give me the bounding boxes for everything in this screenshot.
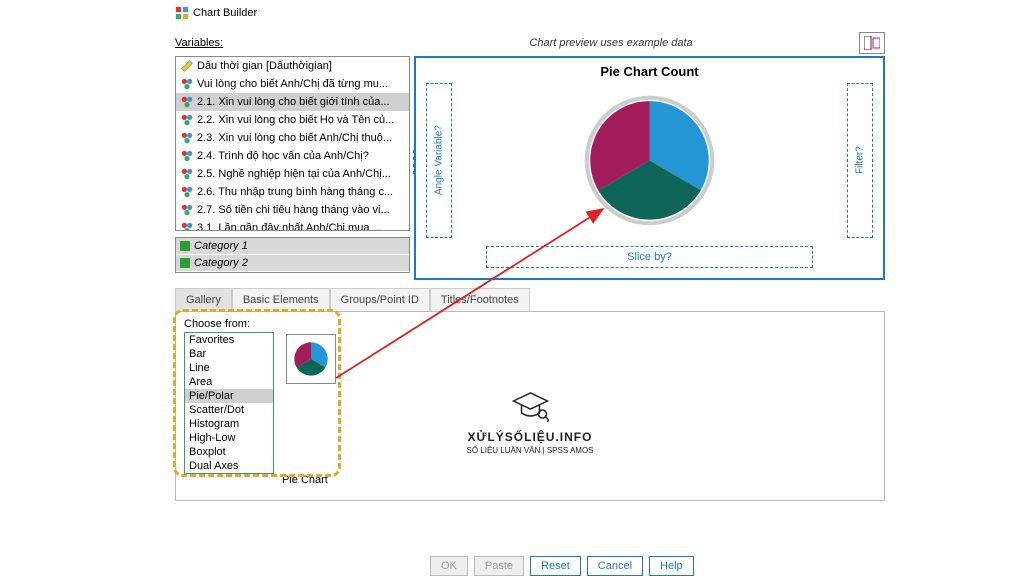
chart-type-pie-polar[interactable]: Pie/Polar (185, 389, 273, 403)
variable-item[interactable]: Vui lòng cho biết Anh/Chị đã từng mu... (176, 75, 409, 93)
reset-button[interactable]: Reset (530, 556, 581, 576)
paste-button: Paste (474, 556, 524, 576)
variable-item[interactable]: 3.1. Lần gần đây nhất Anh/Chị mua ... (176, 219, 409, 231)
help-button[interactable]: Help (649, 556, 694, 576)
categories-list[interactable]: Category 1Category 2 (175, 237, 410, 273)
variable-item[interactable]: Dấu thời gian [Dấuthờigian] (176, 57, 409, 75)
variable-item[interactable]: 2.3. Xin vui lòng cho biết Anh/Chị thuộ.… (176, 129, 409, 147)
chart-type-list[interactable]: FavoritesBarLineAreaPie/PolarScatter/Dot… (184, 332, 274, 474)
chart-type-favorites[interactable]: Favorites (185, 333, 273, 347)
resize-grip[interactable] (413, 148, 418, 176)
drop-filter[interactable]: Filter? (847, 83, 873, 238)
chart-type-area[interactable]: Area (185, 375, 273, 389)
gallery-panel: Choose from: FavoritesBarLineAreaPie/Pol… (175, 311, 885, 501)
variable-item[interactable]: 2.5. Nghề nghiệp hiện tại của Anh/Chị... (176, 165, 409, 183)
tab-basic-elements[interactable]: Basic Elements (232, 288, 330, 311)
cancel-button[interactable]: Cancel (587, 556, 643, 576)
chart-title: Pie Chart Count (426, 64, 873, 79)
chart-type-boxplot[interactable]: Boxplot (185, 445, 273, 459)
variables-label: Variables: (175, 37, 223, 49)
thumbnail-caption: Pie Chart (282, 474, 336, 486)
variable-item[interactable]: 2.4. Trình độ học vấn của Anh/Chị? (176, 147, 409, 165)
chart-preview-canvas[interactable]: Pie Chart Count Angle Variable? Filter? … (414, 56, 885, 280)
element-properties-button[interactable] (859, 32, 885, 54)
pie-chart-thumbnail[interactable] (286, 334, 336, 384)
category-item[interactable]: Category 1 (176, 238, 409, 255)
variable-item[interactable]: 2.1. Xin vui lòng cho biết giới tính của… (176, 93, 409, 111)
pie-preview (582, 93, 717, 228)
choose-from-label: Choose from: (184, 318, 876, 330)
chart-type-high-low[interactable]: High-Low (185, 431, 273, 445)
chart-type-line[interactable]: Line (185, 361, 273, 375)
ok-button: OK (430, 556, 468, 576)
tab-strip: GalleryBasic ElementsGroups/Point IDTitl… (175, 288, 885, 311)
chart-type-dual-axes[interactable]: Dual Axes (185, 459, 273, 473)
variable-item[interactable]: 2.2. Xin vui lòng cho biết Họ và Tên củ.… (176, 111, 409, 129)
window-title: Chart Builder (193, 7, 257, 19)
tab-titles-footnotes[interactable]: Titles/Footnotes (430, 288, 530, 311)
chart-type-bar[interactable]: Bar (185, 347, 273, 361)
preview-note: Chart preview uses example data (529, 37, 692, 49)
drop-slice-by[interactable]: Slice by? (486, 246, 813, 268)
app-icon (175, 6, 189, 20)
variable-item[interactable]: 2.6. Thu nhập trung bình hàng tháng c... (176, 183, 409, 201)
category-item[interactable]: Category 2 (176, 255, 409, 272)
variables-list[interactable]: Dấu thời gian [Dấuthờigian]Vui lòng cho … (175, 56, 410, 231)
tab-groups-point-id[interactable]: Groups/Point ID (330, 288, 430, 311)
tab-gallery[interactable]: Gallery (175, 288, 232, 311)
chart-type-scatter-dot[interactable]: Scatter/Dot (185, 403, 273, 417)
drop-angle-variable[interactable]: Angle Variable? (426, 83, 452, 238)
watermark: XỬLÝSỐLIỆU.INFO SỐ LIỆU LUẬN VĂN | SPSS … (466, 387, 593, 455)
variable-item[interactable]: 2.7. Số tiền chi tiêu hàng tháng vào vi.… (176, 201, 409, 219)
chart-type-histogram[interactable]: Histogram (185, 417, 273, 431)
